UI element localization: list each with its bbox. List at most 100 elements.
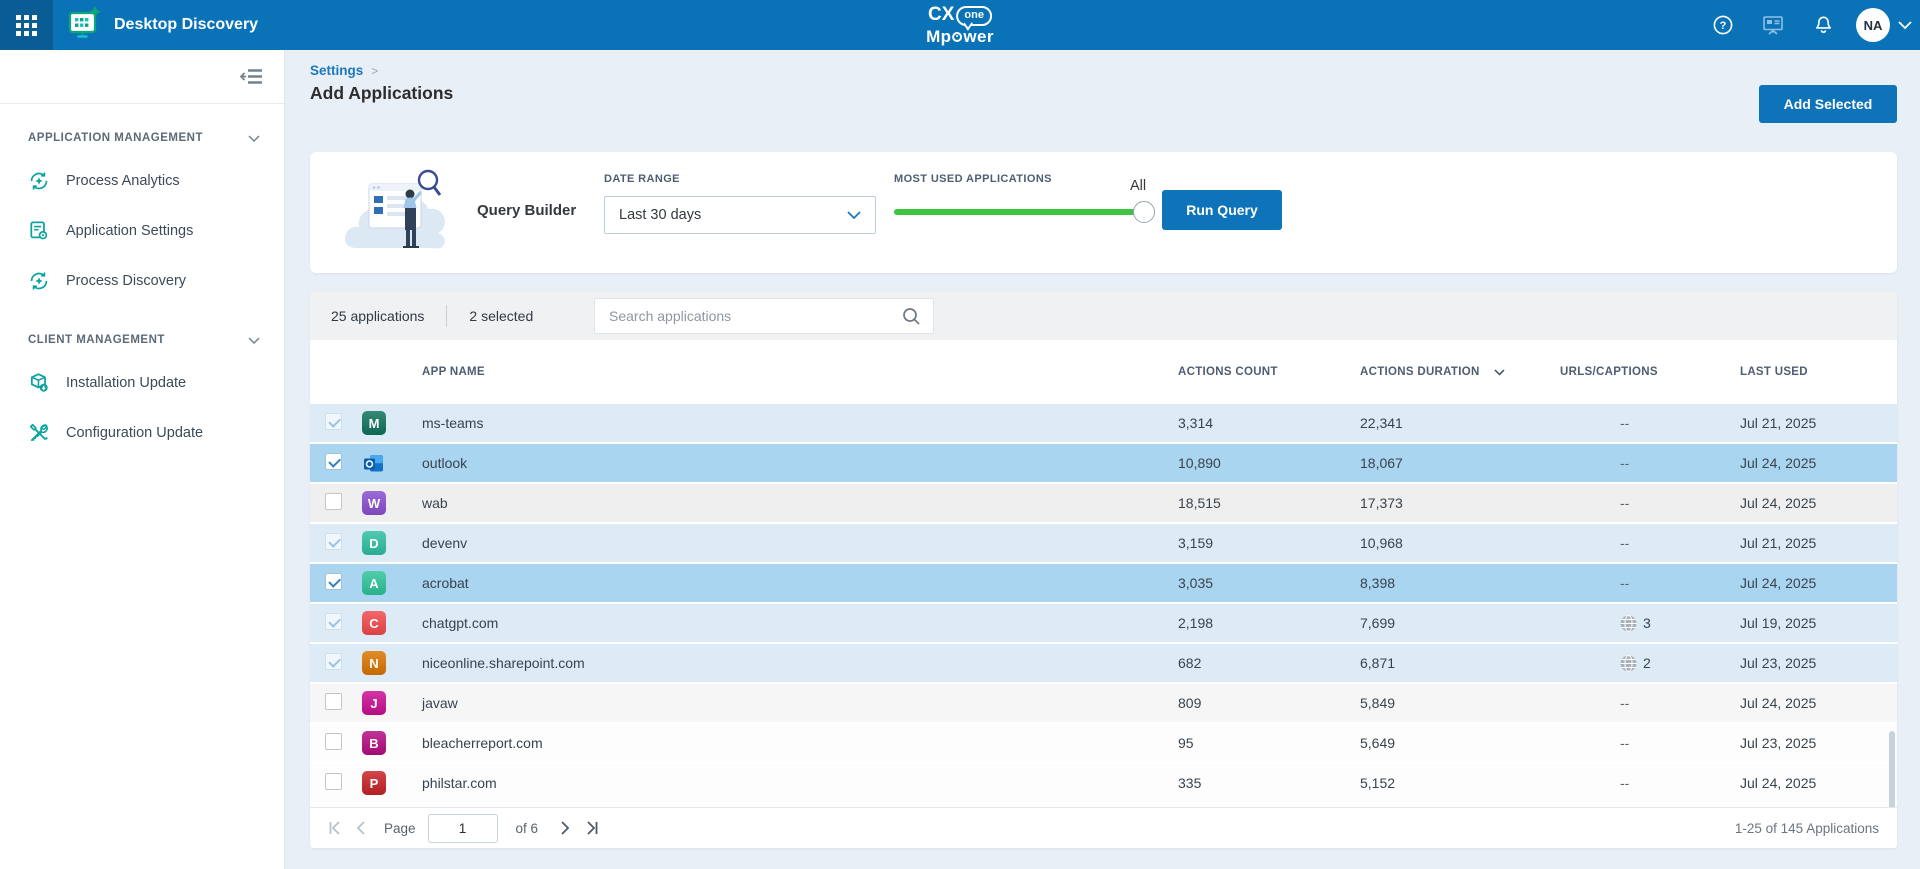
app-icon-cell: J xyxy=(362,691,422,715)
app-name-cell: devenv xyxy=(422,535,1178,551)
table-row[interactable]: D devenv 3,159 10,968 -- Jul 21, 2025 xyxy=(310,524,1897,562)
breadcrumb: Settings > xyxy=(310,63,378,78)
query-builder-panel: Query Builder DATE RANGE Last 30 days MO… xyxy=(310,152,1897,273)
sidebar-item-process-discovery[interactable]: Process Discovery xyxy=(0,256,284,306)
app-icon xyxy=(362,451,386,475)
search-input[interactable] xyxy=(595,308,902,324)
column-header-last-used[interactable]: LAST USED xyxy=(1740,366,1897,378)
table-row[interactable]: J javaw 809 5,849 -- Jul 24, 2025 xyxy=(310,684,1897,722)
row-checkbox[interactable] xyxy=(325,453,342,470)
app-name-cell: acrobat xyxy=(422,575,1178,591)
last-page-button[interactable] xyxy=(578,815,604,841)
sidebar-item-process-analytics[interactable]: Process Analytics xyxy=(0,156,284,206)
process-discovery-icon xyxy=(28,270,50,292)
actions-duration-cell: 10,968 xyxy=(1360,535,1560,551)
cxone-mpower-logo: CXone Mpwer xyxy=(926,5,994,45)
checkbox-cell xyxy=(325,773,362,793)
breadcrumb-settings-link[interactable]: Settings xyxy=(310,63,363,78)
avatar[interactable]: NA xyxy=(1856,8,1890,42)
actions-duration-cell: 7,699 xyxy=(1360,615,1560,631)
last-used-cell: Jul 24, 2025 xyxy=(1740,575,1897,591)
vertical-scrollbar[interactable] xyxy=(1889,731,1895,807)
table-row[interactable]: M ms-teams 3,314 22,341 -- Jul 21, 2025 xyxy=(310,404,1897,442)
urls-captions-cell: 2 xyxy=(1560,655,1740,672)
checkbox-cell xyxy=(325,653,362,673)
sidebar-item-configuration-update[interactable]: Configuration Update xyxy=(0,408,284,458)
app-icon-cell: P xyxy=(362,771,422,795)
table-row[interactable]: A acrobat 3,035 8,398 -- Jul 24, 2025 xyxy=(310,564,1897,602)
outlook-logo-icon xyxy=(362,451,386,475)
divider xyxy=(446,305,447,327)
table-row[interactable]: outlook 10,890 18,067 -- Jul 24, 2025 xyxy=(310,444,1897,482)
page-total-label: of 6 xyxy=(516,821,539,836)
slider-thumb[interactable] xyxy=(1133,201,1155,223)
table-row[interactable]: N niceonline.sharepoint.com 682 6,871 2 … xyxy=(310,644,1897,682)
actions-count-cell: 3,314 xyxy=(1178,415,1360,431)
table-header-row: APP NAME ACTIONS COUNT ACTIONS DURATION … xyxy=(310,340,1897,404)
sidebar: APPLICATION MANAGEMENT Process Analytics… xyxy=(0,50,285,869)
checkbox-cell xyxy=(325,533,362,553)
last-used-cell: Jul 24, 2025 xyxy=(1740,775,1897,791)
configuration-update-icon xyxy=(28,422,50,444)
sidebar-item-installation-update[interactable]: Installation Update xyxy=(0,358,284,408)
actions-count-cell: 95 xyxy=(1178,735,1360,751)
pagination-bar: Page of 6 1-25 of 145 Applications xyxy=(310,807,1897,848)
table-row[interactable]: W wab 18,515 17,373 -- Jul 24, 2025 xyxy=(310,484,1897,522)
row-checkbox[interactable] xyxy=(325,773,342,790)
most-used-applications-slider[interactable] xyxy=(894,209,1144,215)
column-header-urls-captions[interactable]: URLS/CAPTIONS xyxy=(1560,366,1740,378)
app-icon: N xyxy=(362,651,386,675)
column-header-app-name[interactable]: APP NAME xyxy=(422,366,1178,378)
actions-duration-cell: 5,152 xyxy=(1360,775,1560,791)
notifications-button[interactable] xyxy=(1806,8,1840,42)
presentation-button[interactable] xyxy=(1756,8,1790,42)
actions-duration-cell: 17,373 xyxy=(1360,495,1560,511)
urls-captions-cell: 3 xyxy=(1560,615,1740,632)
section-client-management[interactable]: CLIENT MANAGEMENT xyxy=(0,334,284,346)
checkbox-cell xyxy=(325,613,362,633)
row-checkbox xyxy=(325,613,342,630)
app-launcher-button[interactable] xyxy=(0,0,53,50)
app-name-cell: wab xyxy=(422,495,1178,511)
date-range-select[interactable]: Last 30 days xyxy=(604,196,876,234)
sidebar-item-application-settings[interactable]: Application Settings xyxy=(0,206,284,256)
chevron-left-icon xyxy=(356,821,366,835)
section-application-management[interactable]: APPLICATION MANAGEMENT xyxy=(0,132,284,144)
help-button[interactable]: ? xyxy=(1706,8,1740,42)
first-page-icon xyxy=(328,821,343,835)
top-bar: Desktop Discovery CXone Mpwer ? xyxy=(0,0,1920,50)
app-name-cell: javaw xyxy=(422,695,1178,711)
add-selected-button[interactable]: Add Selected xyxy=(1759,85,1897,123)
column-header-actions-duration[interactable]: ACTIONS DURATION xyxy=(1360,366,1560,378)
app-name-cell: bleacherreport.com xyxy=(422,735,1178,751)
app-icon: B xyxy=(362,731,386,755)
urls-captions-cell: -- xyxy=(1560,695,1740,711)
row-checkbox[interactable] xyxy=(325,693,342,710)
app-icon-cell xyxy=(362,451,422,475)
last-used-cell: Jul 24, 2025 xyxy=(1740,695,1897,711)
actions-count-cell: 10,890 xyxy=(1178,455,1360,471)
last-used-cell: Jul 24, 2025 xyxy=(1740,455,1897,471)
table-row[interactable]: P philstar.com 335 5,152 -- Jul 24, 2025 xyxy=(310,764,1897,802)
column-header-actions-count[interactable]: ACTIONS COUNT xyxy=(1178,366,1360,378)
bell-icon xyxy=(1812,14,1835,37)
actions-count-cell: 3,159 xyxy=(1178,535,1360,551)
search-icon[interactable] xyxy=(902,307,921,326)
app-name-cell: philstar.com xyxy=(422,775,1178,791)
run-query-button[interactable]: Run Query xyxy=(1162,190,1282,230)
row-checkbox[interactable] xyxy=(325,493,342,510)
urls-captions-cell: -- xyxy=(1560,535,1740,551)
urls-captions-cell: -- xyxy=(1560,455,1740,471)
chevron-down-icon xyxy=(248,337,260,344)
collapse-sidebar-button[interactable] xyxy=(240,68,264,86)
help-icon: ? xyxy=(1712,14,1734,36)
app-icon-cell: C xyxy=(362,611,422,635)
user-menu[interactable]: NA xyxy=(1856,8,1912,42)
app-icon-cell: D xyxy=(362,531,422,555)
row-checkbox[interactable] xyxy=(325,733,342,750)
table-row[interactable]: B bleacherreport.com 95 5,649 -- Jul 23,… xyxy=(310,724,1897,762)
row-checkbox[interactable] xyxy=(325,573,342,590)
page-number-input[interactable] xyxy=(428,814,498,843)
table-row[interactable]: C chatgpt.com 2,198 7,699 3 Jul 19, 2025 xyxy=(310,604,1897,642)
next-page-button[interactable] xyxy=(552,815,578,841)
